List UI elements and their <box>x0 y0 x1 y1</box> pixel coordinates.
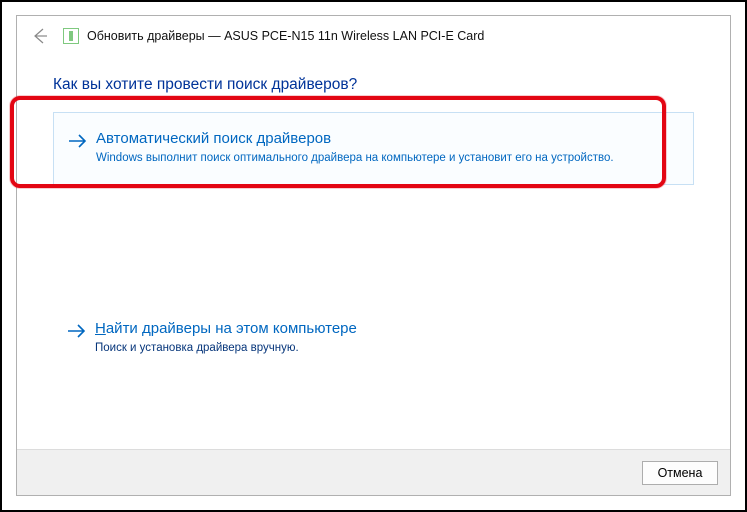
device-icon <box>63 28 79 44</box>
option-browse-computer[interactable]: Найти драйверы на этом компьютере Поиск … <box>53 303 694 374</box>
window-title: Обновить драйверы — ASUS PCE-N15 11n Wir… <box>87 29 722 43</box>
heading: Как вы хотите провести поиск драйверов? <box>53 76 694 94</box>
option-auto-title: Автоматический поиск драйверов <box>96 129 679 149</box>
back-arrow-icon[interactable] <box>29 25 51 47</box>
dialog-content: Как вы хотите провести поиск драйверов? … <box>17 56 730 449</box>
close-button[interactable] <box>690 14 732 42</box>
arrow-right-icon <box>68 130 90 152</box>
option-browse-title: Найти драйверы на этом компьютере <box>95 319 680 339</box>
option-browse-desc: Поиск и установка драйвера вручную. <box>95 341 680 357</box>
cancel-button[interactable]: Отмена <box>642 461 718 485</box>
arrow-right-icon <box>67 320 89 342</box>
option-auto-search[interactable]: Автоматический поиск драйверов Windows в… <box>53 112 694 185</box>
option-auto-desc: Windows выполнит поиск оптимального драй… <box>96 151 679 167</box>
driver-update-dialog: Обновить драйверы — ASUS PCE-N15 11n Wir… <box>16 15 731 496</box>
title-bar: Обновить драйверы — ASUS PCE-N15 11n Wir… <box>17 16 730 56</box>
button-bar: Отмена <box>17 449 730 495</box>
